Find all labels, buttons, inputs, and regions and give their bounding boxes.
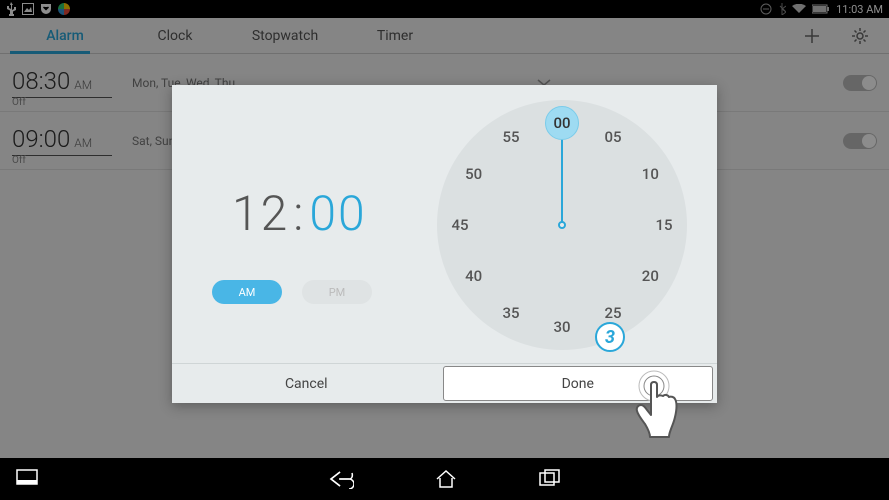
time-display: 12 : 00 xyxy=(232,185,367,242)
time-picker-dialog: 12 : 00 AM PM 00 05 10 15 20 25 30 35 40 45 50 55 3… xyxy=(172,85,717,403)
minute-tick-05[interactable]: 05 xyxy=(598,128,628,146)
dial-center xyxy=(558,221,566,229)
back-icon[interactable] xyxy=(328,469,354,489)
done-button[interactable]: Done xyxy=(443,366,714,401)
minute-tick-20[interactable]: 20 xyxy=(635,267,665,285)
minute-display[interactable]: 00 xyxy=(309,185,366,242)
hour-display[interactable]: 12 xyxy=(232,185,289,242)
minute-tick-55[interactable]: 55 xyxy=(496,128,526,146)
minute-tick-50[interactable]: 50 xyxy=(459,165,489,183)
minute-tick-10[interactable]: 10 xyxy=(635,165,665,183)
minute-tick-25[interactable]: 25 xyxy=(598,304,628,322)
minute-tick-00[interactable]: 00 xyxy=(545,106,579,140)
minute-tick-15[interactable]: 15 xyxy=(649,216,679,234)
am-toggle[interactable]: AM xyxy=(212,280,282,304)
minute-tick-35[interactable]: 35 xyxy=(496,304,526,322)
home-icon[interactable] xyxy=(434,469,458,489)
cancel-button[interactable]: Cancel xyxy=(172,364,441,403)
system-nav-bar xyxy=(0,458,889,500)
minute-tick-45[interactable]: 45 xyxy=(445,216,475,234)
dial-hand xyxy=(561,125,563,225)
pm-toggle[interactable]: PM xyxy=(302,280,372,304)
recents-icon[interactable] xyxy=(538,469,562,487)
recents-alt-icon[interactable] xyxy=(16,469,38,485)
step-annotation: 3 xyxy=(595,322,625,352)
minute-dial[interactable]: 00 05 10 15 20 25 30 35 40 45 50 55 xyxy=(437,100,687,350)
minute-tick-30[interactable]: 30 xyxy=(547,318,577,336)
minute-tick-40[interactable]: 40 xyxy=(459,267,489,285)
